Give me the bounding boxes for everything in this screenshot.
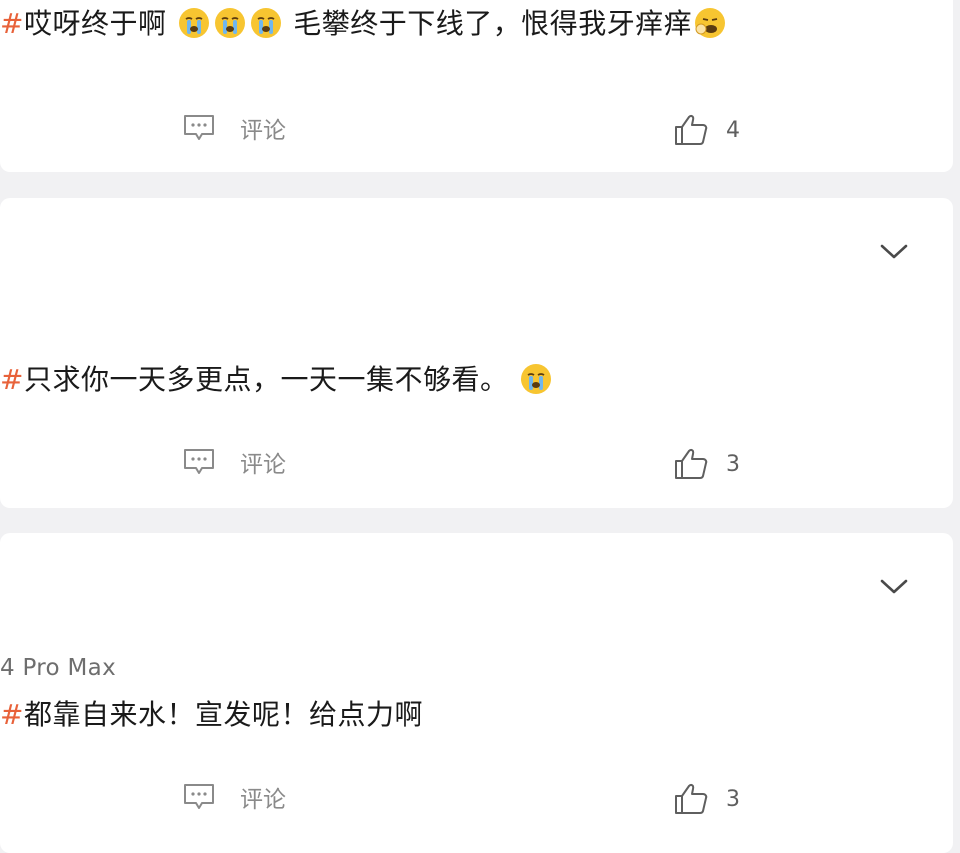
hashtag-mark[interactable]: # <box>0 363 24 396</box>
device-label: 4 Pro Max <box>0 655 116 681</box>
post-text-part: 哎呀终于啊 <box>23 7 167 40</box>
comment-button[interactable]: 评论 <box>182 779 286 815</box>
like-count: 3 <box>726 451 740 477</box>
comment-label: 评论 <box>240 787 286 813</box>
crying-face-emoji-icon <box>520 363 552 395</box>
comment-button[interactable]: 评论 <box>182 444 286 480</box>
comment-icon <box>182 113 216 143</box>
thumbs-up-icon <box>674 448 708 480</box>
chevron-down-icon[interactable] <box>879 242 909 262</box>
thumbs-up-icon <box>674 783 708 815</box>
comment-button[interactable]: 评论 <box>182 110 286 146</box>
like-button[interactable]: 3 <box>674 446 740 482</box>
thumbs-up-icon <box>674 114 708 146</box>
comment-label: 评论 <box>240 452 286 478</box>
chevron-down-icon[interactable] <box>879 577 909 597</box>
post-card: #只求你一天多更点，一天一集不够看。 评论 3 <box>0 198 953 508</box>
post-text: #哎呀终于啊 毛攀终于下线了，恨得我牙痒痒 <box>0 6 728 42</box>
comment-label: 评论 <box>240 118 286 144</box>
like-count: 4 <box>726 117 740 143</box>
hashtag-mark[interactable]: # <box>0 7 24 40</box>
like-count: 3 <box>726 786 740 812</box>
hashtag-mark[interactable]: # <box>0 698 24 731</box>
crying-face-emoji-icon <box>250 7 282 39</box>
post-text-part: 只求你一天多更点，一天一集不够看。 <box>23 363 509 396</box>
crying-face-emoji-icon <box>214 7 246 39</box>
like-button[interactable]: 3 <box>674 781 740 817</box>
post-card: 4 Pro Max #都靠自来水！宣发呢！给点力啊 评论 3 <box>0 533 953 853</box>
comment-icon <box>182 447 216 477</box>
post-text: #只求你一天多更点，一天一集不够看。 <box>0 362 554 398</box>
yawning-face-emoji-icon <box>694 7 726 39</box>
post-text-part: 毛攀终于下线了，恨得我牙痒痒 <box>293 7 693 40</box>
comment-icon <box>182 782 216 812</box>
like-button[interactable]: 4 <box>674 112 740 148</box>
crying-face-emoji-icon <box>178 7 210 39</box>
post-text-part: 都靠自来水！宣发呢！给点力啊 <box>23 698 423 731</box>
post-text: #都靠自来水！宣发呢！给点力啊 <box>0 697 423 733</box>
post-card: #哎呀终于啊 毛攀终于下线了，恨得我牙痒痒 评论 4 <box>0 0 953 172</box>
